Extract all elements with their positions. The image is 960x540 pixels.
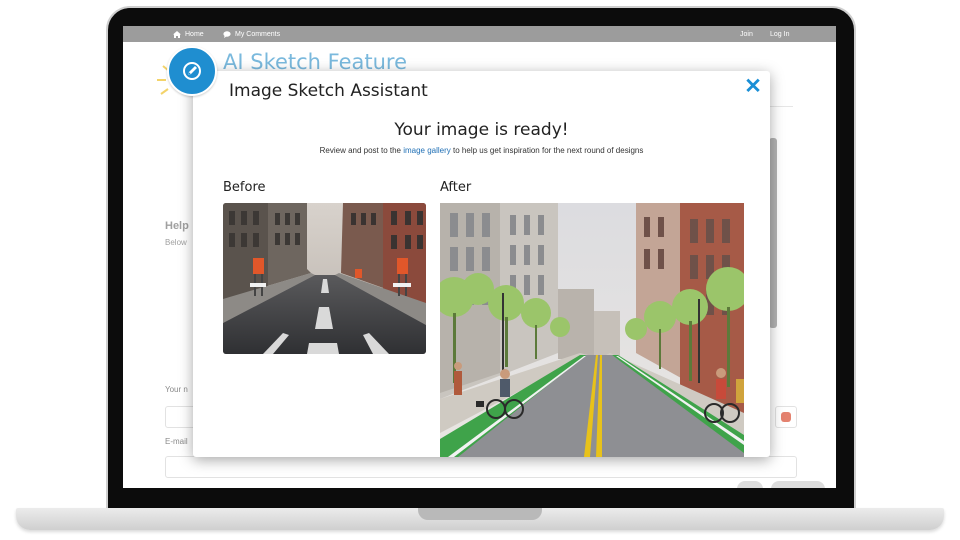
nav-join-link[interactable]: Join: [740, 26, 753, 42]
after-street-sketch: [440, 203, 744, 457]
remove-icon: [781, 412, 791, 422]
help-section-text: Below: [165, 238, 187, 247]
help-section-heading: Help: [165, 220, 189, 232]
ready-description: Review and post to the image gallery to …: [193, 146, 770, 155]
sketch-feature-badge: [167, 46, 217, 96]
email-field-label: E-mail: [165, 437, 188, 446]
modal-title: Image Sketch Assistant: [229, 81, 428, 101]
nav-home-label: Home: [185, 30, 204, 38]
email-input[interactable]: [165, 456, 797, 478]
remove-button[interactable]: [775, 406, 797, 428]
nav-login-link[interactable]: Log In: [770, 26, 789, 42]
nav-login-label: Log In: [770, 30, 790, 38]
after-label: After: [440, 180, 472, 195]
name-field-label: Your n: [165, 385, 188, 394]
before-label: Before: [223, 180, 266, 195]
home-icon: [173, 30, 181, 38]
description-text-start: Review and post to the: [319, 146, 404, 155]
background-scrollbar[interactable]: [769, 138, 777, 328]
before-street-photo: [223, 203, 426, 354]
nav-join-label: Join: [740, 30, 753, 38]
nav-my-comments-label: My Comments: [235, 30, 281, 38]
nav-my-comments-link[interactable]: My Comments: [223, 26, 280, 42]
image-gallery-link[interactable]: image gallery: [403, 146, 451, 155]
nav-home-link[interactable]: Home: [173, 26, 204, 42]
sketch-pencil-icon: [181, 60, 203, 82]
close-button[interactable]: ✕: [743, 74, 763, 98]
speech-bubble-icon: [223, 30, 231, 38]
close-icon: ✕: [744, 74, 762, 98]
laptop-notch: [418, 508, 542, 520]
ready-heading: Your image is ready!: [394, 120, 569, 140]
image-sketch-modal: Image Sketch Assistant ✕ Your image is r…: [193, 71, 770, 457]
top-nav-bar: Home My Comments Join Log In: [123, 26, 836, 42]
background-submit-button[interactable]: [771, 481, 825, 488]
description-text-end: to help us get inspiration for the next …: [450, 146, 644, 155]
background-pill-button[interactable]: [737, 481, 763, 488]
